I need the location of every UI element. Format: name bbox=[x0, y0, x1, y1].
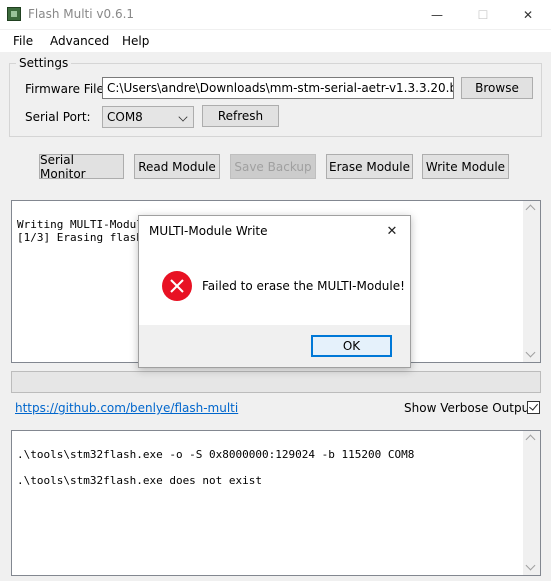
serial-port-label: Serial Port: bbox=[25, 110, 91, 124]
write-module-button[interactable]: Write Module bbox=[422, 154, 509, 179]
menu-help[interactable]: Help bbox=[122, 34, 149, 48]
app-icon bbox=[7, 7, 21, 21]
error-dialog: MULTI-Module Write ✕ Failed to erase the… bbox=[138, 215, 411, 368]
chevron-down-icon bbox=[178, 112, 188, 122]
serial-monitor-button[interactable]: Serial Monitor bbox=[39, 153, 124, 181]
verbose-log-line bbox=[17, 461, 535, 474]
close-button[interactable]: ✕ bbox=[505, 0, 551, 29]
firmware-file-input[interactable]: C:\Users\andre\Downloads\mm-stm-serial-a… bbox=[102, 77, 454, 99]
firmware-file-label: Firmware File: bbox=[25, 82, 108, 96]
browse-button[interactable]: Browse bbox=[461, 77, 533, 99]
verbose-output-label: Show Verbose Output bbox=[404, 401, 534, 415]
window-title: Flash Multi v0.6.1 bbox=[28, 7, 135, 21]
dialog-message: Failed to erase the MULTI-Module! bbox=[202, 279, 405, 293]
read-module-button[interactable]: Read Module bbox=[134, 154, 220, 179]
verbose-log-line: .\tools\stm32flash.exe does not exist bbox=[17, 474, 263, 487]
error-icon bbox=[162, 271, 192, 301]
scroll-down-icon[interactable] bbox=[525, 560, 536, 571]
progress-bar bbox=[11, 371, 541, 393]
verbose-log[interactable]: .\tools\stm32flash.exe -o -S 0x8000000:1… bbox=[11, 430, 541, 576]
verbose-log-line: .\tools\stm32flash.exe -o -S 0x8000000:1… bbox=[17, 448, 415, 461]
scroll-up-icon[interactable] bbox=[525, 434, 536, 445]
check-icon bbox=[529, 401, 538, 411]
menu-file[interactable]: File bbox=[13, 34, 33, 48]
scroll-up-icon[interactable] bbox=[525, 204, 536, 215]
refresh-button[interactable]: Refresh bbox=[202, 105, 279, 127]
settings-group-title: Settings bbox=[16, 56, 72, 70]
save-backup-button[interactable]: Save Backup bbox=[230, 154, 316, 179]
scroll-down-icon[interactable] bbox=[525, 347, 536, 358]
erase-module-button[interactable]: Erase Module bbox=[326, 154, 413, 179]
github-link[interactable]: https://github.com/benlye/flash-multi bbox=[15, 401, 238, 415]
dialog-close-button[interactable]: ✕ bbox=[375, 218, 409, 244]
ok-button[interactable]: OK bbox=[311, 335, 392, 357]
maximize-button[interactable]: ☐ bbox=[460, 0, 506, 29]
dialog-title: MULTI-Module Write bbox=[149, 224, 268, 238]
serial-port-value: COM8 bbox=[107, 110, 143, 124]
menu-advanced[interactable]: Advanced bbox=[50, 34, 109, 48]
serial-port-select[interactable]: COM8 bbox=[102, 106, 194, 128]
error-x-glyph bbox=[170, 279, 184, 293]
dialog-footer: OK bbox=[139, 325, 410, 367]
verbose-output-checkbox[interactable] bbox=[527, 401, 540, 414]
output-log-scrollbar[interactable] bbox=[523, 201, 540, 362]
verbose-log-scrollbar[interactable] bbox=[523, 431, 540, 575]
minimize-button[interactable]: — bbox=[414, 0, 460, 29]
